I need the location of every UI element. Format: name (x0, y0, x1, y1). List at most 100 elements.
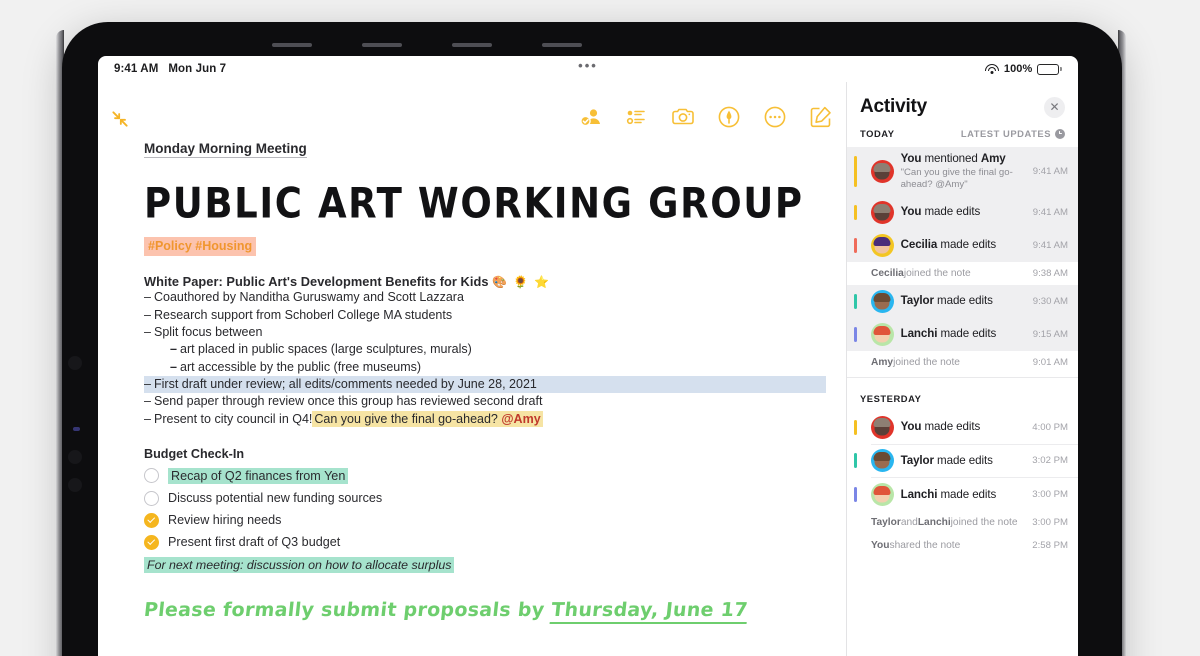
activity-actor: You (900, 420, 922, 434)
activity-plain-item[interactable]: Taylor and Lanchi joined the note 3:00 PM (847, 511, 1078, 534)
checkbox-empty-icon[interactable] (144, 468, 159, 484)
activity-time: 9:30 AM (1032, 295, 1068, 307)
activity-panel: Activity ✕ TODAY LATEST UPDATES You ment… (846, 82, 1078, 656)
checklist-label: Discuss potential new funding sources (168, 491, 383, 506)
bullet-dash: – (170, 359, 177, 374)
checklist-item[interactable]: Recap of Q2 finances from Yen (144, 467, 826, 484)
note-tags-row: #Policy #Housing (144, 236, 826, 257)
activity-time: 9:41 AM (1032, 239, 1068, 251)
activity-time: 9:01 AM (1032, 356, 1068, 368)
activity-item[interactable]: You made edits 9:41 AM (847, 195, 1078, 229)
bullet-dash: – (144, 290, 151, 305)
bullet-item: – Split focus between (144, 324, 826, 341)
note-breadcrumb-title[interactable]: Monday Morning Meeting (144, 141, 307, 158)
shared-people-icon[interactable] (578, 104, 604, 130)
activity-actor: Amy (871, 356, 894, 368)
activity-quote: "Can you give the final go-ahead? @Amy" (900, 166, 1013, 190)
multitask-handle[interactable]: ••• (578, 58, 598, 73)
bullet-dash: – (144, 307, 151, 322)
ipad-screen: 9:41 AM Mon Jun 7 ••• 100% Monday Mornin… (98, 56, 1078, 656)
bullet-dash: – (144, 376, 151, 391)
status-bar-right: 100% (984, 63, 1062, 75)
next-meeting-line: For next meeting: discussion on how to a… (144, 556, 826, 573)
activity-plain-item[interactable]: Cecilia joined the note 9:38 AM (847, 262, 1078, 285)
checkbox-checked-icon[interactable] (144, 534, 159, 550)
checkbox-checked-icon[interactable] (144, 512, 159, 528)
next-meeting-text: For next meeting: discussion on how to a… (144, 556, 455, 573)
activity-target: Lanchi (917, 517, 951, 529)
taylor-avatar (870, 289, 894, 313)
activity-subheader: TODAY LATEST UPDATES (847, 124, 1078, 147)
last-bullet-highlight: Can you give the final go-ahead? @Amy (312, 410, 543, 427)
activity-accent-bar (854, 204, 857, 220)
activity-text: You mentioned Amy "Can you give the final… (901, 152, 1026, 191)
close-icon[interactable]: ✕ (1044, 96, 1065, 118)
activity-text: Lanchi made edits (901, 327, 1026, 341)
status-date: Mon Jun 7 (168, 63, 227, 75)
speaker-grille (452, 43, 492, 47)
activity-main-text: You made edits (900, 420, 981, 434)
checkbox-empty-icon[interactable] (144, 490, 159, 506)
activity-plain-item[interactable]: You shared the note 2:58 PM (847, 534, 1078, 557)
checklist-label: Review hiring needs (168, 513, 282, 528)
activity-item[interactable]: Taylor made edits 9:30 AM (847, 284, 1078, 318)
battery-percent: 100% (1003, 63, 1033, 75)
activity-time: 9:41 AM (1032, 165, 1068, 177)
activity-item[interactable]: You made edits 4:00 PM (847, 411, 1078, 444)
activity-accent-bar (854, 453, 857, 469)
activity-text: You made edits (901, 420, 1026, 434)
activity-plain-item[interactable]: Amy joined the note 9:01 AM (847, 351, 1078, 374)
activity-main-text: You mentioned Amy (900, 152, 1006, 165)
checklist-item[interactable]: Discuss potential new funding sources (144, 490, 826, 506)
activity-main-text: Taylor made edits (900, 454, 993, 468)
bullet-item: – art placed in public spaces (large scul… (144, 341, 826, 358)
status-bar: 9:41 AM Mon Jun 7 ••• 100% (98, 56, 1078, 82)
collapse-arrows-icon[interactable] (106, 106, 134, 132)
lanchi-avatar (870, 483, 894, 507)
compose-icon[interactable] (808, 104, 834, 130)
more-ellipsis-icon[interactable] (762, 104, 788, 130)
bullet-item: – First draft under review; all edits/com… (144, 375, 826, 394)
latest-updates-toggle[interactable]: LATEST UPDATES (961, 128, 1065, 139)
bullet-text: art accessible by the public (free museu… (180, 359, 422, 374)
activity-title: Activity (860, 96, 928, 117)
camera-icon[interactable] (670, 104, 696, 130)
activity-actor: You (871, 540, 890, 552)
bullet-dash: – (144, 411, 151, 426)
white-paper-emoji: 🎨 🌻 ⭐ (492, 275, 551, 290)
activity-main-text: You made edits (900, 205, 981, 219)
activity-actor: Taylor (900, 454, 934, 468)
section-divider (847, 376, 1078, 378)
checklist-icon[interactable] (624, 104, 650, 130)
activity-time: 9:15 AM (1032, 328, 1068, 340)
you-avatar (870, 415, 894, 439)
handwritten-underlined: Thursday, June 17 (549, 598, 749, 624)
bullet-dash: – (170, 342, 177, 357)
bullet-item-last: – Present to city council in Q4! Can you g… (144, 410, 826, 428)
screen-body: Monday Morning Meeting PUBLIC ART WORKIN… (98, 82, 1078, 656)
note-tags[interactable]: #Policy #Housing (144, 236, 257, 257)
yesterday-label: YESTERDAY (860, 392, 922, 404)
activity-item[interactable]: You mentioned Amy "Can you give the final… (847, 147, 1078, 196)
activity-text: Cecilia made edits (901, 238, 1026, 252)
mention-amy[interactable]: @Amy (501, 412, 540, 426)
activity-target: Amy (980, 152, 1006, 165)
activity-accent-bar (854, 156, 857, 187)
checklist-item[interactable]: Review hiring needs (144, 512, 826, 528)
bullet-text: Research support from Schoberl College M… (154, 307, 453, 322)
activity-list[interactable]: You mentioned Amy "Can you give the final… (847, 147, 1078, 656)
activity-item[interactable]: Taylor made edits 3:02 PM (847, 444, 1078, 477)
last-bullet-highlight-text: Can you give the final go-ahead? (314, 411, 498, 426)
activity-item[interactable]: Cecilia made edits 9:41 AM (847, 228, 1078, 262)
screenshot-stage: 9:41 AM Mon Jun 7 ••• 100% Monday Mornin… (0, 0, 1200, 656)
wifi-icon (984, 63, 999, 75)
speaker-grille (542, 43, 582, 47)
activity-item[interactable]: Lanchi made edits 3:00 PM (847, 478, 1078, 511)
checklist-item[interactable]: Present first draft of Q3 budget (144, 534, 826, 550)
activity-accent-bar (854, 326, 857, 342)
markup-pen-icon[interactable] (716, 104, 742, 130)
you-avatar (870, 200, 894, 224)
bullet-text: Coauthored by Nanditha Guruswamy and Sco… (154, 290, 464, 305)
activity-item[interactable]: Lanchi made edits 9:15 AM (847, 317, 1078, 351)
activity-accent-bar (854, 419, 857, 435)
